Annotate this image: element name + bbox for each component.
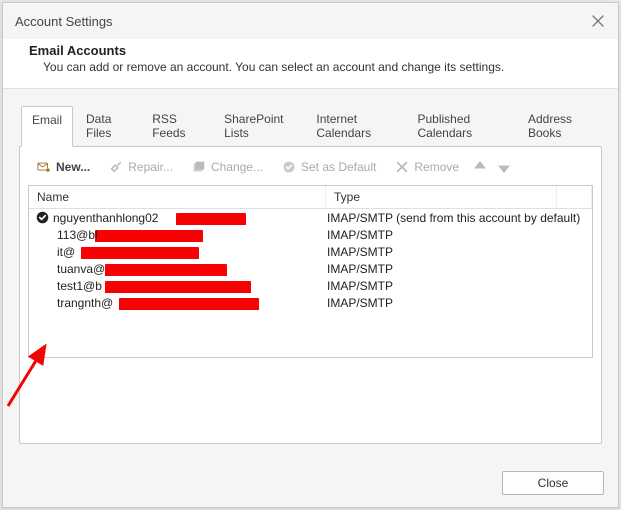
tab-internet-calendars[interactable]: Internet Calendars [305,105,404,146]
account-row[interactable]: tuanva@ IMAP/SMTP [29,260,592,277]
account-name-text: tuanva@ [57,262,105,276]
tab-sharepoint-lists[interactable]: SharePoint Lists [213,105,303,146]
tab-email[interactable]: Email [21,106,73,147]
close-icon [592,15,604,27]
remove-account-button[interactable]: Remove [388,157,465,177]
column-header-name[interactable]: Name [29,186,326,208]
account-name-cell: 113@bl [33,228,319,242]
new-account-button[interactable]: New... [30,157,96,177]
dialog-titlebar: Account Settings [3,3,618,39]
column-header-type[interactable]: Type [326,186,557,208]
repair-icon [108,159,124,175]
account-row[interactable]: it@ IMAP/SMTP [29,243,592,260]
tab-address-books[interactable]: Address Books [517,105,602,146]
move-down-button[interactable] [495,158,513,176]
account-type-cell: IMAP/SMTP [319,245,592,259]
account-name-cell: test1@b [33,279,319,293]
account-type-cell: IMAP/SMTP [319,262,592,276]
redaction-box [95,230,203,242]
account-name-cell: it@ [33,245,319,259]
default-account-check-icon [35,211,49,225]
grid-header: Name Type [29,186,592,209]
change-icon [191,159,207,175]
account-name-text: 113@bl [57,228,98,242]
account-name-text: test1@b [57,279,102,293]
tab-rss-feeds[interactable]: RSS Feeds [141,105,211,146]
account-settings-dialog: Account Settings Email Accounts You can … [2,2,619,508]
redaction-box [176,213,246,225]
tab-panel-email: New... Repair... Change... [19,146,602,444]
move-up-button[interactable] [471,158,489,176]
accounts-toolbar: New... Repair... Change... [28,155,593,185]
close-button[interactable]: Close [502,471,604,495]
remove-button-label: Remove [414,160,459,174]
account-name-cell: tuanva@ [33,262,319,276]
account-row[interactable]: 113@bl IMAP/SMTP [29,226,592,243]
account-type-cell: IMAP/SMTP (send from this account by def… [319,211,592,225]
accounts-grid: Name Type nguyenthanhlong02 IMAP/SMTP (se… [28,185,593,358]
arrow-up-icon [471,158,489,176]
header-subtitle: You can add or remove an account. You ca… [29,60,592,74]
account-row[interactable]: trangnth@ IMAP/SMTP [29,294,592,311]
dialog-header: Email Accounts You can add or remove an … [3,39,618,89]
grid-body: nguyenthanhlong02 IMAP/SMTP (send from th… [29,209,592,357]
header-title: Email Accounts [29,43,592,58]
account-type-cell: IMAP/SMTP [319,279,592,293]
dialog-footer: Close [3,463,618,507]
redaction-box [105,264,227,276]
dialog-title: Account Settings [15,14,113,29]
account-name-cell: nguyenthanhlong02 [33,211,319,225]
account-name-cell: trangnth@ [33,296,319,310]
column-header-tail [557,186,592,208]
change-account-button[interactable]: Change... [185,157,269,177]
set-default-button-label: Set as Default [301,160,376,174]
dialog-close-button[interactable] [586,9,610,33]
redaction-box [105,281,251,293]
tab-strip: EmailData FilesRSS FeedsSharePoint Lists… [19,105,602,146]
set-default-check-icon [281,159,297,175]
dialog-body: EmailData FilesRSS FeedsSharePoint Lists… [3,89,618,463]
repair-account-button[interactable]: Repair... [102,157,179,177]
redaction-box [119,298,259,310]
tab-published-calendars[interactable]: Published Calendars [406,105,514,146]
account-type-cell: IMAP/SMTP [319,296,592,310]
account-row[interactable]: test1@b IMAP/SMTP [29,277,592,294]
account-row[interactable]: nguyenthanhlong02 IMAP/SMTP (send from th… [29,209,592,226]
tab-data-files[interactable]: Data Files [75,105,139,146]
new-button-label: New... [56,160,90,174]
set-default-button[interactable]: Set as Default [275,157,382,177]
redaction-box [81,247,199,259]
new-mail-icon [36,159,52,175]
account-name-text: trangnth@ [57,296,113,310]
close-button-label: Close [538,476,569,490]
account-name-text: it@ [57,245,75,259]
arrow-down-icon [495,158,513,176]
change-button-label: Change... [211,160,263,174]
remove-icon [394,159,410,175]
account-type-cell: IMAP/SMTP [319,228,592,242]
repair-button-label: Repair... [128,160,173,174]
account-name-text: nguyenthanhlong02 [53,211,158,225]
